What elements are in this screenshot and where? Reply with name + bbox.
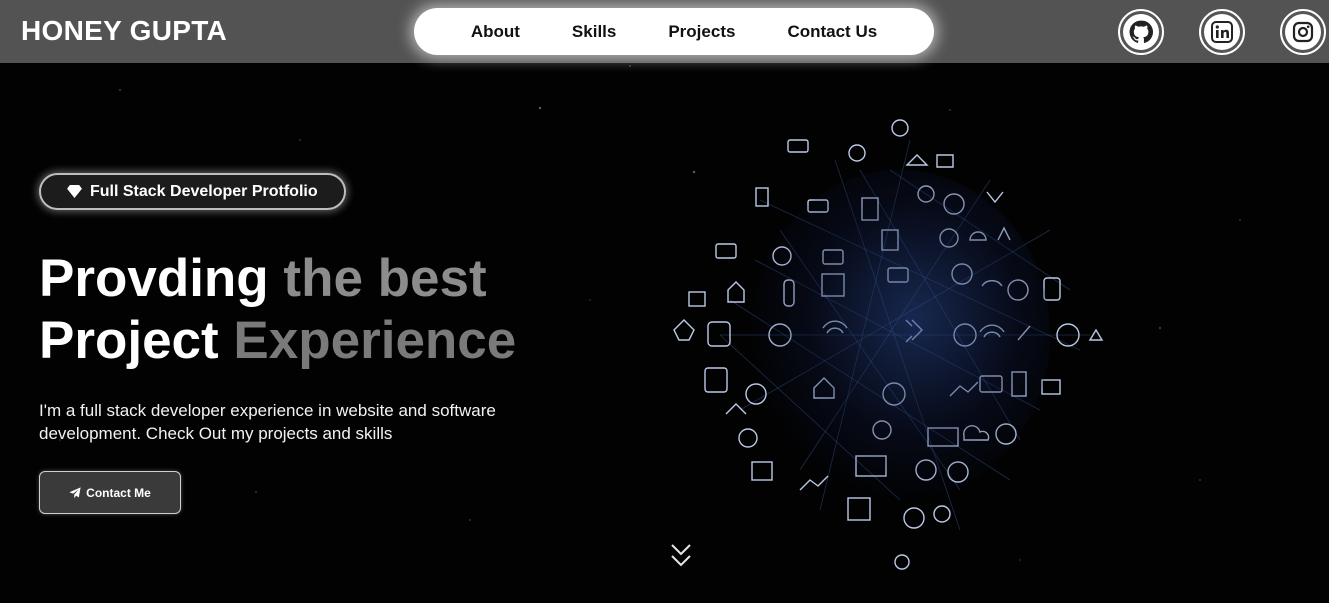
nav-about[interactable]: About — [445, 22, 546, 42]
headline-line1-strong: Provding — [39, 249, 269, 308]
main-nav: About Skills Projects Contact Us — [414, 8, 934, 55]
nav-projects[interactable]: Projects — [642, 22, 761, 42]
github-link[interactable] — [1118, 9, 1164, 55]
paper-plane-icon — [69, 486, 81, 498]
site-header: HONEY GUPTA About Skills Projects Contac… — [0, 0, 1329, 63]
nav-skills[interactable]: Skills — [546, 22, 642, 42]
headline-line2-muted: Experience — [233, 311, 517, 370]
brand-name[interactable]: HONEY GUPTA — [21, 15, 227, 47]
nav-contact-us[interactable]: Contact Us — [761, 22, 903, 42]
headline-line1-muted: the best — [283, 249, 487, 308]
globe-glow — [750, 170, 1050, 500]
role-badge: Full Stack Developer Protfolio — [39, 173, 346, 210]
diamond-icon — [67, 185, 82, 198]
hero-headline: Provding the best Project Experience — [39, 248, 516, 372]
hero-intro: I'm a full stack developer experience in… — [39, 401, 496, 443]
instagram-icon — [1285, 14, 1321, 50]
linkedin-link[interactable] — [1199, 9, 1245, 55]
headline-line2-strong: Project — [39, 311, 219, 370]
role-badge-label: Full Stack Developer Protfolio — [90, 182, 318, 200]
linkedin-icon — [1204, 14, 1240, 50]
github-icon — [1123, 14, 1159, 50]
contact-me-button[interactable]: Contact Me — [39, 471, 181, 514]
instagram-link[interactable] — [1280, 9, 1326, 55]
tech-globe-illustration — [660, 110, 1120, 570]
scroll-down-icon[interactable] — [670, 543, 692, 569]
contact-me-label: Contact Me — [86, 485, 151, 500]
